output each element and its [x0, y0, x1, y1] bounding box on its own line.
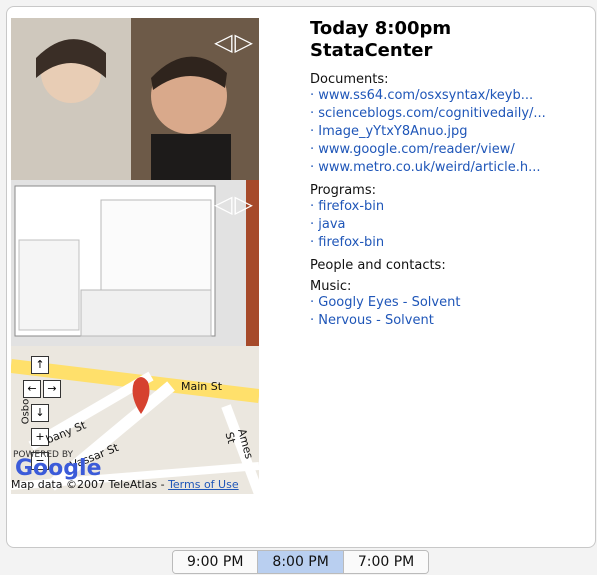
documents-header: Documents: — [310, 72, 389, 87]
prev-arrow-icon[interactable]: ◁ — [214, 190, 232, 218]
document-link[interactable]: scienceblogs.com/cognitivedaily/... — [310, 105, 590, 123]
pan-right-icon[interactable]: → — [43, 380, 61, 398]
music-link[interactable]: Nervous - Solvent — [310, 312, 590, 330]
document-link[interactable]: www.ss64.com/osxsyntax/keyb... — [310, 87, 590, 105]
people-header: People and contacts: — [310, 258, 446, 273]
tab-8pm[interactable]: 8:00 PM — [258, 551, 344, 573]
pan-down-icon[interactable]: ↓ — [31, 404, 49, 422]
location-map[interactable]: ↑ ← → ↓ + − Main St bany St Vassar St Am… — [11, 346, 259, 494]
programs-header: Programs: — [310, 183, 377, 198]
prev-arrow-icon[interactable]: ◁ — [214, 28, 232, 56]
program-link[interactable]: firefox-bin — [310, 234, 590, 252]
pan-left-icon[interactable]: ← — [23, 380, 41, 398]
pan-up-icon[interactable]: ↑ — [31, 356, 49, 374]
music-link[interactable]: Googly Eyes - Solvent — [310, 294, 590, 312]
location-label: StataCenter — [310, 40, 433, 61]
program-link[interactable]: firefox-bin — [310, 198, 590, 216]
map-terms-link[interactable]: Terms of Use — [168, 478, 239, 491]
document-link[interactable]: Image_yYtxY8Anuo.jpg — [310, 123, 590, 141]
music-header: Music: — [310, 279, 352, 294]
screenshot-nav: ◁▷ — [212, 190, 253, 218]
time-tab-bar: 9:00 PM 8:00 PM 7:00 PM — [172, 550, 430, 574]
map-attribution: Map data ©2007 TeleAtlas — [11, 478, 158, 491]
time-label: Today 8:00pm — [310, 18, 452, 39]
document-link[interactable]: www.google.com/reader/view/ — [310, 141, 590, 159]
map-label-osbo: Osbo — [20, 398, 32, 425]
webcam-photo: ◁▷ — [11, 18, 259, 180]
next-arrow-icon[interactable]: ▷ — [235, 190, 253, 218]
tab-9pm[interactable]: 9:00 PM — [173, 551, 259, 573]
event-details: Today 8:00pm StataCenter Documents: www.… — [310, 18, 590, 330]
photo-nav: ◁▷ — [212, 28, 253, 56]
screenshot-thumbnail: ◁▷ — [11, 180, 259, 346]
next-arrow-icon[interactable]: ▷ — [235, 28, 253, 56]
program-link[interactable]: java — [310, 216, 590, 234]
tab-7pm[interactable]: 7:00 PM — [343, 551, 429, 573]
document-link[interactable]: www.metro.co.uk/weird/article.h... — [310, 159, 590, 177]
media-column: ◁▷ ◁▷ ↑ ← → ↓ + − Main St bany St Vassar… — [11, 18, 259, 494]
map-label-main: Main St — [181, 380, 223, 393]
